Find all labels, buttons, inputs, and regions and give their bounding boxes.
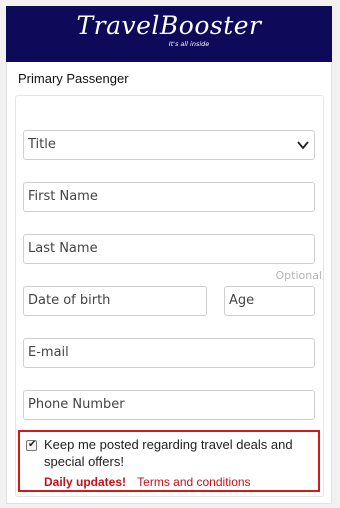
age-placeholder: Age xyxy=(229,293,255,308)
consent-links: Daily updates! Terms and conditions xyxy=(44,475,251,489)
age-field[interactable]: Age xyxy=(224,286,315,316)
brand-logo[interactable]: TravelBooster It's all inside xyxy=(6,11,332,49)
date-of-birth-field[interactable]: Date of birth xyxy=(23,286,207,316)
email-placeholder: E-mail xyxy=(28,345,69,360)
last-name-field[interactable]: Last Name xyxy=(23,234,315,264)
first-name-placeholder: First Name xyxy=(28,189,98,204)
phone-placeholder: Phone Number xyxy=(28,397,125,412)
daily-updates-label: Daily updates! xyxy=(44,475,127,489)
brand-name: TravelBooster xyxy=(76,11,262,40)
email-field[interactable]: E-mail xyxy=(23,338,315,368)
brand-tagline: It's all inside xyxy=(168,40,210,48)
header-bar: TravelBooster It's all inside xyxy=(6,6,332,62)
date-of-birth-placeholder: Date of birth xyxy=(28,293,111,308)
terms-link[interactable]: Terms and conditions xyxy=(137,475,250,489)
title-select-value: Title xyxy=(28,137,56,152)
last-name-placeholder: Last Name xyxy=(28,241,98,256)
title-select[interactable]: Title xyxy=(23,130,315,160)
first-name-field[interactable]: First Name xyxy=(23,182,315,212)
newsletter-consent: ✔ Keep me posted regarding travel deals … xyxy=(18,430,320,492)
optional-label: Optional xyxy=(275,269,322,282)
newsletter-checkbox[interactable]: ✔ xyxy=(26,439,37,451)
consent-text: Keep me posted regarding travel deals an… xyxy=(44,437,293,469)
check-icon: ✔ xyxy=(28,439,37,450)
chevron-down-icon xyxy=(297,141,309,150)
section-title: Primary Passenger xyxy=(18,71,129,86)
phone-field[interactable]: Phone Number xyxy=(23,390,315,420)
